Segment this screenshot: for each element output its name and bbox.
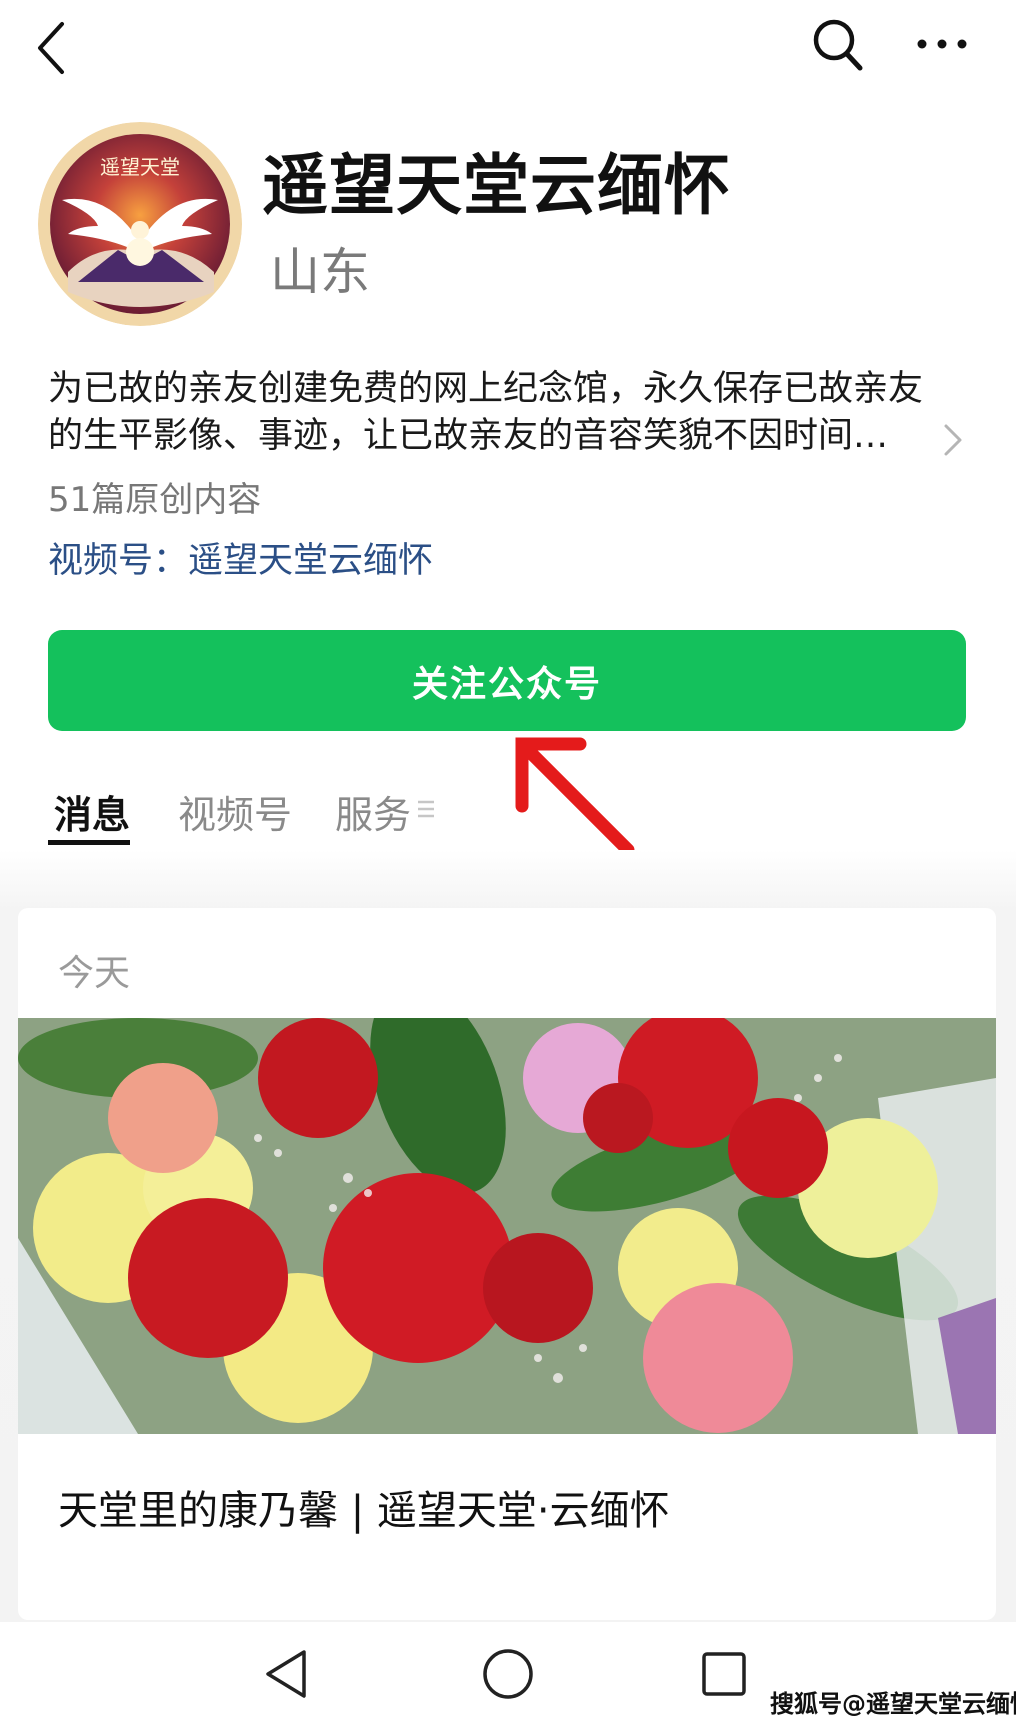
video-channel-link[interactable]: 视频号：遥望天堂云缅怀 [48, 532, 433, 583]
chevron-right-icon[interactable] [940, 422, 966, 458]
tab-active-indicator [48, 840, 130, 845]
follow-button[interactable]: 关注公众号 [48, 630, 966, 731]
description-line-2: 的生平影像、事迹，让已故亲友的音容笑貌不因时间… [48, 416, 889, 456]
article-title[interactable]: 天堂里的康乃馨 | 遥望天堂·云缅怀 [58, 1478, 670, 1536]
article-card[interactable]: 今天 天堂里的康乃馨 | 遥望天堂·云缅怀 [18, 908, 996, 1620]
tab-video-channel[interactable]: 视频号 [178, 784, 292, 839]
top-bar [0, 0, 1016, 100]
tab-services[interactable]: 服务 [335, 784, 411, 839]
description-line-1: 为已故的亲友创建免费的网上纪念馆，永久保存已故亲友 [48, 369, 924, 409]
nav-home-icon[interactable] [480, 1646, 536, 1702]
more-icon[interactable] [912, 22, 972, 66]
account-description[interactable]: 为已故的亲友创建免费的网上纪念馆，永久保存已故亲友 的生平影像、事迹，让已故亲友… [48, 366, 948, 460]
system-nav-bar: 搜狐号@遥望天堂云缅怀 [0, 1622, 1016, 1722]
tab-bar: 消息 视频号 服务 [48, 784, 648, 845]
account-avatar: 遥望天堂 [38, 122, 242, 326]
avatar-logo-text: 遥望天堂 [100, 155, 180, 179]
account-region: 山东 [270, 243, 370, 301]
back-icon[interactable] [30, 18, 80, 78]
article-cover-image[interactable] [18, 1018, 996, 1434]
account-name: 遥望天堂云缅怀 [262, 147, 731, 224]
nav-recent-icon[interactable] [700, 1650, 748, 1698]
original-content-count[interactable]: 51篇原创内容 [48, 472, 261, 521]
nav-back-icon[interactable] [262, 1648, 310, 1700]
search-icon[interactable] [810, 14, 866, 74]
menu-icon[interactable] [416, 798, 436, 820]
watermark-text: 搜狐号@遥望天堂云缅怀 [770, 1690, 1016, 1718]
tab-messages[interactable]: 消息 [54, 784, 130, 839]
date-label: 今天 [58, 953, 131, 994]
